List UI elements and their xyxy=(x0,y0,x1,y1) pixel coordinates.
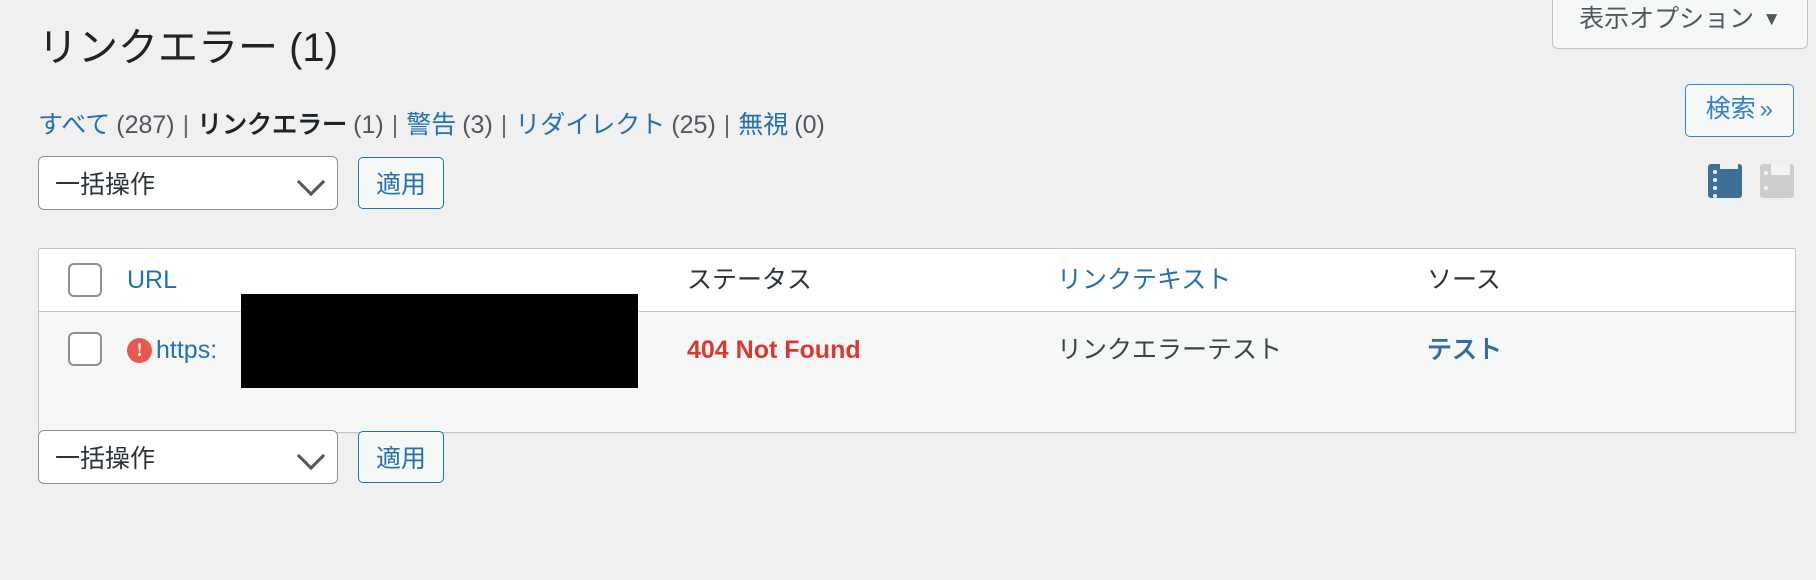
filter-count-link-errors: (1) xyxy=(353,111,384,139)
search-button-label: 検索 xyxy=(1705,95,1756,123)
bulk-action-value-top: 一括操作 xyxy=(55,171,156,199)
search-button[interactable]: 検索» xyxy=(1684,84,1794,137)
column-header-url[interactable]: URL xyxy=(127,264,687,297)
link-errors-page: 表示オプション ▼ リンクエラー (1) 検索» すべて (287) | リンクエラー(… xyxy=(0,0,1816,580)
cell-source: テスト xyxy=(1427,312,1795,367)
column-header-link-text-label: リンクテキスト xyxy=(1057,265,1232,294)
page-title: リンクエラー (1) xyxy=(38,26,338,70)
link-errors-table: URL ステータス リンクテキスト ソース ! https: 404 Not F… xyxy=(38,248,1796,433)
bulk-action-select-bottom[interactable]: 一括操作 xyxy=(38,430,338,484)
row-checkbox[interactable] xyxy=(68,332,102,366)
filter-separator: | xyxy=(391,111,399,139)
chevron-down-icon: ▼ xyxy=(1762,9,1781,30)
screen-options-label: 表示オプション xyxy=(1579,5,1755,33)
filter-separator: | xyxy=(500,111,508,139)
apply-label-top: 適用 xyxy=(376,171,427,199)
column-header-status-label: ステータス xyxy=(687,265,813,294)
url-cell-inner: ! https: xyxy=(127,294,687,388)
url-link[interactable]: https: xyxy=(156,334,217,367)
list-view-icon[interactable] xyxy=(1708,164,1742,198)
chevron-down-icon xyxy=(296,167,326,197)
screen-options-button[interactable]: 表示オプション ▼ xyxy=(1552,0,1808,49)
cell-url: ! https: xyxy=(127,294,687,388)
column-header-link-text[interactable]: リンクテキスト xyxy=(1057,264,1427,297)
apply-label-bottom: 適用 xyxy=(376,445,427,473)
column-header-source: ソース xyxy=(1427,264,1795,297)
status-badge: 404 Not Found xyxy=(687,336,861,364)
table-toolbar-top: 一括操作 適用 xyxy=(0,156,1816,212)
cell-status: 404 Not Found xyxy=(687,312,1057,367)
cell-link-text: リンクエラーテスト xyxy=(1057,312,1427,367)
bulk-action-value-bottom: 一括操作 xyxy=(55,445,156,473)
column-header-url-label: URL xyxy=(127,265,178,294)
source-link[interactable]: テスト xyxy=(1427,336,1502,364)
excerpt-view-icon[interactable] xyxy=(1760,164,1794,198)
filter-count-all: (287) xyxy=(116,111,175,139)
chevron-down-icon xyxy=(296,441,326,471)
link-text-value: リンクエラーテスト xyxy=(1057,336,1283,364)
apply-button-bottom[interactable]: 適用 xyxy=(358,431,445,483)
double-chevron-right-icon: » xyxy=(1759,96,1773,123)
filter-link-redirects[interactable]: リダイレクト xyxy=(515,111,665,139)
column-header-source-label: ソース xyxy=(1427,265,1501,294)
filter-separator: | xyxy=(723,111,731,139)
view-mode-switch xyxy=(1708,164,1794,198)
error-exclamation-icon: ! xyxy=(127,338,152,363)
filter-separator: | xyxy=(182,111,190,139)
filter-link-warnings[interactable]: 警告 xyxy=(406,111,456,139)
filter-link-all[interactable]: すべて xyxy=(38,111,110,139)
status-filter-links: すべて (287) | リンクエラー (1) | 警告 (3) | リダイレクト (25) | 無視 (0… xyxy=(38,108,825,143)
row-select-cell xyxy=(39,312,127,366)
redaction-box xyxy=(241,294,638,388)
filter-count-ignored: (0) xyxy=(794,111,825,139)
select-all-checkbox[interactable] xyxy=(68,263,102,297)
filter-link-ignored[interactable]: 無視 xyxy=(738,111,788,139)
table-row: ! https: 404 Not Found リンクエラーテスト テスト xyxy=(39,294,1795,432)
column-header-status: ステータス xyxy=(687,264,1057,297)
filter-link-link-errors[interactable]: リンクエラー xyxy=(197,111,347,139)
filter-count-warnings: (3) xyxy=(462,111,493,139)
filter-count-redirects: (25) xyxy=(671,111,716,139)
apply-button-top[interactable]: 適用 xyxy=(358,157,445,209)
table-toolbar-bottom: 一括操作 適用 xyxy=(0,430,1816,486)
select-all-cell xyxy=(39,263,127,297)
bulk-action-select-top[interactable]: 一括操作 xyxy=(38,156,338,210)
